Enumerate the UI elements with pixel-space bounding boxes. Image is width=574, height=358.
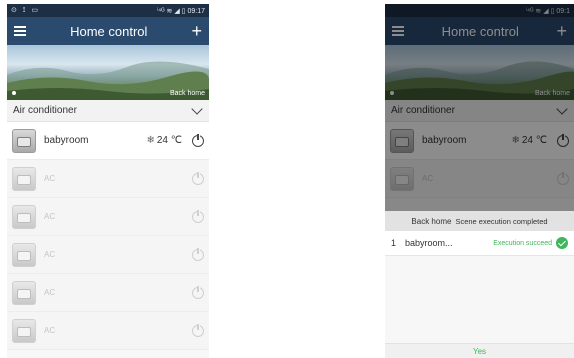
device-temperature: ❄ 24 ℃: [511, 135, 547, 146]
dialog-message: Scene execution completed: [455, 216, 548, 226]
result-row: 1 babyroom... Execution succeed: [385, 231, 574, 256]
device-name: AC: [422, 174, 434, 183]
status-time: 09:17: [187, 7, 205, 15]
page-title: Home control: [70, 23, 148, 39]
chevron-down-icon[interactable]: [556, 102, 568, 115]
scene-label: Back home: [169, 90, 205, 97]
result-room: babyroom...: [405, 238, 453, 248]
page-title: Home control: [441, 23, 519, 39]
scene-banner[interactable]: Back home: [385, 45, 574, 100]
air-conditioner-icon: [390, 166, 414, 191]
status-left-icons: ⊙ ⟟ ▭: [11, 7, 40, 14]
device-name: AC: [44, 174, 56, 183]
category-label: Air conditioner: [391, 105, 455, 116]
device-row[interactable]: AC: [7, 160, 209, 198]
device-temperature: ❄ 24 ℃: [146, 135, 182, 146]
result-index: 1: [391, 238, 397, 248]
device-row[interactable]: AC: [7, 274, 209, 312]
status-bar: ⊙ ⟟ ▭ ⁱ⁴ᴳ ≋ ◢ ▯ 09:17: [7, 4, 209, 17]
power-icon[interactable]: [192, 246, 204, 261]
device-row[interactable]: AC: [7, 236, 209, 274]
plus-icon[interactable]: +: [191, 22, 202, 40]
status-time: 09:1: [556, 7, 570, 15]
category-header[interactable]: Air conditioner: [7, 100, 209, 122]
air-conditioner-icon: [12, 128, 36, 153]
power-icon[interactable]: [557, 132, 569, 147]
menu-icon[interactable]: [392, 26, 404, 36]
plus-icon[interactable]: +: [556, 22, 567, 40]
air-conditioner-icon: [12, 318, 36, 343]
status-right-icons: ⁱ⁴ᴳ ≋ ◢ ▯: [525, 7, 555, 15]
snowflake-icon: ❄: [511, 135, 520, 146]
check-circle-icon: [556, 237, 568, 249]
home-control-screen: ⊙ ⟟ ▭ ⁱ⁴ᴳ ≋ ◢ ▯ 09:17 Home control + Bac…: [7, 4, 209, 358]
air-conditioner-icon: [390, 128, 414, 153]
power-icon[interactable]: [192, 170, 204, 185]
power-icon[interactable]: [192, 208, 204, 223]
device-name: AC: [44, 250, 56, 259]
status-bar: ⁱ⁴ᴳ ≋ ◢ ▯ 09:1: [385, 4, 574, 17]
result-status: Execution succeed: [493, 239, 552, 247]
device-row[interactable]: babyroom ❄ 24 ℃: [7, 122, 209, 160]
banner-indicator-dot: [390, 91, 394, 95]
category-label: Air conditioner: [13, 105, 77, 116]
device-name: babyroom: [44, 135, 89, 146]
status-right-icons: ⁱ⁴ᴳ ≋ ◢ ▯: [156, 7, 186, 15]
air-conditioner-icon: [12, 280, 36, 305]
air-conditioner-icon: [12, 242, 36, 267]
power-icon[interactable]: [192, 132, 204, 147]
scene-banner[interactable]: Back home: [7, 45, 209, 100]
dialog-scene-name: Back home: [411, 216, 452, 226]
device-name: AC: [44, 288, 56, 297]
device-name: AC: [44, 326, 56, 335]
snowflake-icon: ❄: [146, 135, 155, 146]
device-name: AC: [44, 212, 56, 221]
category-header[interactable]: Air conditioner: [385, 100, 574, 122]
device-row[interactable]: babyroom ❄ 24 ℃: [385, 122, 574, 160]
menu-icon[interactable]: [14, 26, 26, 36]
chevron-down-icon[interactable]: [191, 102, 203, 115]
device-row[interactable]: AC: [385, 160, 574, 198]
device-name: babyroom: [422, 135, 467, 146]
power-icon[interactable]: [557, 170, 569, 185]
scene-result-dialog: Back home Scene execution completed 1 ba…: [385, 211, 574, 358]
power-icon[interactable]: [192, 322, 204, 337]
device-row[interactable]: AC: [7, 312, 209, 350]
air-conditioner-icon: [12, 166, 36, 191]
device-row[interactable]: AC: [7, 198, 209, 236]
yes-button[interactable]: Yes: [385, 343, 574, 358]
app-bar: Home control +: [385, 17, 574, 45]
air-conditioner-icon: [12, 204, 36, 229]
dialog-header: Back home Scene execution completed: [385, 211, 574, 231]
app-bar: Home control +: [7, 17, 209, 45]
scene-result-screen: ⁱ⁴ᴳ ≋ ◢ ▯ 09:1 Home control + Back home …: [385, 4, 574, 358]
power-icon[interactable]: [192, 284, 204, 299]
banner-indicator-dot: [12, 91, 16, 95]
scene-label: Back home: [534, 90, 570, 97]
